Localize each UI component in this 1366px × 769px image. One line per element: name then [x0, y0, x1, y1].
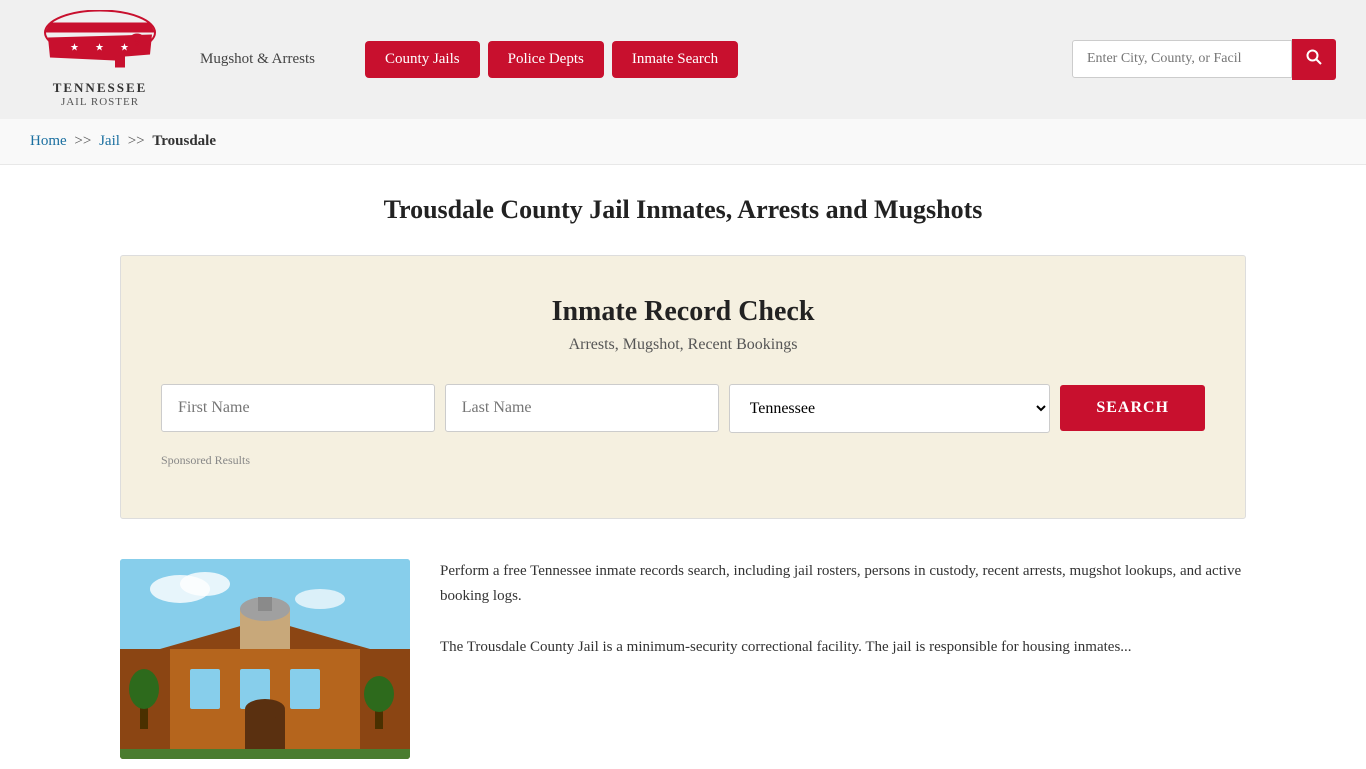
site-logo[interactable]: ★ ★ ★ ⚙ TENNESSEE JAIL ROSTER	[30, 10, 170, 109]
record-search-form: Tennessee Alabama Alaska Arizona Arkansa…	[161, 384, 1205, 433]
sponsored-label: Sponsored Results	[161, 453, 1205, 468]
county-jails-button[interactable]: County Jails	[365, 41, 480, 78]
nav-label: Mugshot & Arrests	[200, 51, 315, 68]
inmate-record-box: Inmate Record Check Arrests, Mugshot, Re…	[120, 255, 1246, 519]
record-box-subtitle: Arrests, Mugshot, Recent Bookings	[161, 336, 1205, 354]
content-paragraph2: The Trousdale County Jail is a minimum-s…	[440, 635, 1246, 661]
breadcrumb-bar: Home >> Jail >> Trousdale	[0, 119, 1366, 165]
content-paragraph1: Perform a free Tennessee inmate records …	[440, 559, 1246, 610]
svg-text:★: ★	[70, 43, 79, 54]
search-icon	[1306, 49, 1322, 65]
header-search-input[interactable]	[1072, 40, 1292, 78]
police-depts-button[interactable]: Police Depts	[488, 41, 604, 78]
logo-svg: ★ ★ ★ ⚙	[40, 10, 160, 80]
breadcrumb-home[interactable]: Home	[30, 133, 67, 149]
state-select[interactable]: Tennessee Alabama Alaska Arizona Arkansa…	[729, 384, 1051, 433]
content-text: Perform a free Tennessee inmate records …	[440, 559, 1246, 661]
breadcrumb: Home >> Jail >> Trousdale	[30, 133, 1336, 150]
breadcrumb-sep2: >>	[128, 133, 145, 149]
page-title: Trousdale County Jail Inmates, Arrests a…	[20, 195, 1346, 225]
page-title-area: Trousdale County Jail Inmates, Arrests a…	[0, 165, 1366, 245]
first-name-input[interactable]	[161, 384, 435, 432]
record-box-heading: Inmate Record Check	[161, 296, 1205, 328]
main-nav: County Jails Police Depts Inmate Search	[365, 41, 738, 78]
breadcrumb-sep1: >>	[74, 133, 91, 149]
header-search-area	[1072, 39, 1336, 80]
site-header: ★ ★ ★ ⚙ TENNESSEE JAIL ROSTER Mugshot & …	[0, 0, 1366, 119]
svg-text:⚙: ⚙	[133, 39, 141, 49]
building-image	[120, 559, 410, 759]
content-area: Perform a free Tennessee inmate records …	[0, 549, 1366, 769]
logo-line1: TENNESSEE	[53, 80, 148, 96]
svg-text:★: ★	[95, 43, 104, 54]
breadcrumb-jail[interactable]: Jail	[99, 133, 120, 149]
logo-line2: JAIL ROSTER	[53, 96, 148, 109]
record-search-button[interactable]: SEARCH	[1060, 385, 1205, 431]
building-svg	[120, 559, 410, 759]
last-name-input[interactable]	[445, 384, 719, 432]
svg-text:★: ★	[120, 43, 129, 54]
inmate-search-button[interactable]: Inmate Search	[612, 41, 738, 78]
header-search-button[interactable]	[1292, 39, 1336, 80]
breadcrumb-current: Trousdale	[152, 133, 216, 149]
